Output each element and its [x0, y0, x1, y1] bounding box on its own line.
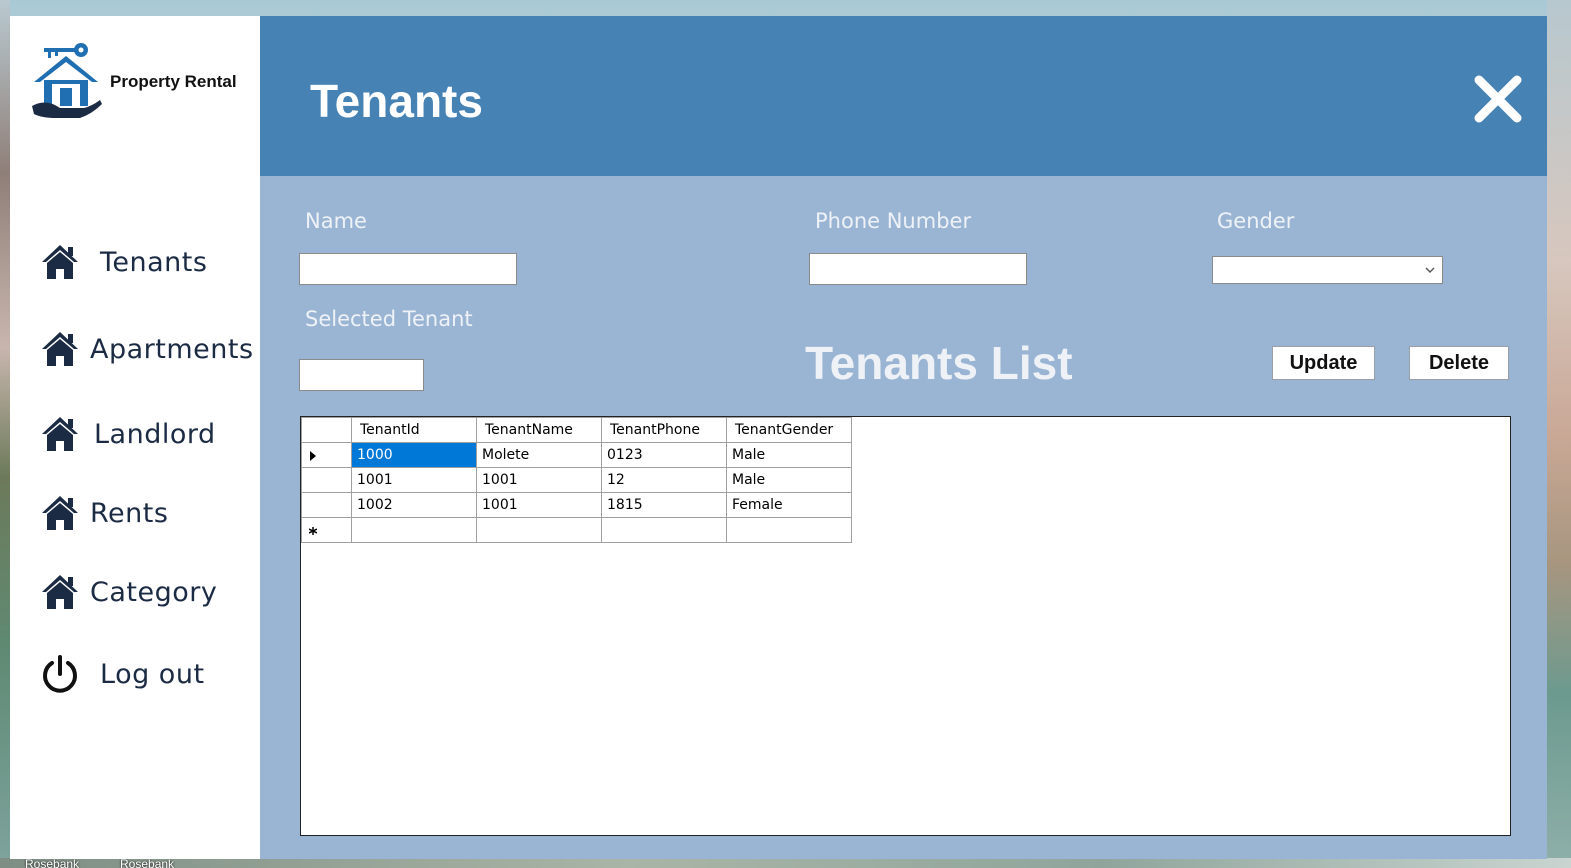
- house-icon: [42, 496, 78, 530]
- close-button[interactable]: [1473, 74, 1523, 124]
- row-header[interactable]: [301, 467, 352, 493]
- table-cell[interactable]: Male: [726, 467, 852, 493]
- logout-button[interactable]: Log out: [40, 652, 205, 696]
- sidebar-item-rents[interactable]: Rents: [40, 491, 168, 535]
- table-cell[interactable]: 0123: [601, 442, 727, 468]
- desktop-background-right: [1547, 0, 1571, 868]
- sidebar-item-landlord[interactable]: Landlord: [40, 412, 216, 456]
- tenant-form-panel: Name Phone Number Gender Selected Tenant…: [260, 176, 1547, 859]
- delete-button[interactable]: Delete: [1409, 346, 1509, 380]
- row-header[interactable]: [301, 442, 352, 468]
- house-icon: [42, 417, 78, 451]
- tenants-table: TenantId TenantName TenantPhone TenantGe…: [301, 417, 852, 543]
- table-cell[interactable]: 1001: [476, 492, 602, 518]
- house-icon: [42, 575, 78, 609]
- table-cell[interactable]: [476, 517, 602, 543]
- column-header[interactable]: TenantId: [351, 417, 477, 443]
- tenants-grid[interactable]: TenantId TenantName TenantPhone TenantGe…: [300, 416, 1511, 836]
- phone-input[interactable]: [809, 253, 1027, 285]
- column-header[interactable]: TenantName: [476, 417, 602, 443]
- close-icon: [1474, 75, 1522, 123]
- sidebar: Property Rental Tenants Apartments Landl…: [10, 16, 260, 859]
- house-icon: [42, 245, 78, 279]
- property-rental-logo: [26, 38, 106, 120]
- table-cell[interactable]: Female: [726, 492, 852, 518]
- selected-tenant-input[interactable]: [299, 359, 424, 391]
- column-header[interactable]: TenantGender: [726, 417, 852, 443]
- desktop-background-left: [0, 0, 10, 868]
- table-cell[interactable]: 1001: [476, 467, 602, 493]
- power-icon: [43, 655, 77, 693]
- table-cell[interactable]: [726, 517, 852, 543]
- row-header-corner: [301, 417, 352, 443]
- selected-tenant-label: Selected Tenant: [305, 307, 473, 331]
- chevron-down-icon: [1425, 267, 1435, 273]
- name-label: Name: [305, 209, 367, 233]
- sidebar-item-apartments[interactable]: Apartments: [40, 327, 254, 371]
- brand-name: Property Rental: [110, 72, 237, 91]
- row-header[interactable]: [301, 517, 352, 543]
- table-cell[interactable]: 1815: [601, 492, 727, 518]
- gender-select[interactable]: [1212, 256, 1443, 284]
- house-icon: [42, 332, 78, 366]
- sidebar-item-label: Rents: [90, 497, 169, 529]
- sidebar-item-label: Category: [90, 576, 218, 608]
- table-row[interactable]: 1002 1001 1815 Female: [301, 492, 852, 518]
- current-row-arrow-icon: [310, 451, 316, 461]
- sidebar-item-label: Tenants: [100, 246, 208, 278]
- table-cell[interactable]: 1001: [351, 467, 477, 493]
- sidebar-item-tenants[interactable]: Tenants: [40, 240, 207, 284]
- name-input[interactable]: [299, 253, 517, 285]
- table-row[interactable]: 1000 Molete 0123 Male: [301, 442, 852, 468]
- phone-label: Phone Number: [815, 209, 972, 233]
- sidebar-item-category[interactable]: Category: [40, 570, 217, 614]
- update-button[interactable]: Update: [1272, 346, 1375, 380]
- sidebar-item-label: Log out: [100, 658, 205, 690]
- page-title: Tenants: [310, 75, 483, 127]
- tenants-list-title: Tenants List: [805, 337, 1073, 389]
- row-header[interactable]: [301, 492, 352, 518]
- new-row-asterisk-icon: [309, 527, 317, 535]
- sidebar-item-label: Landlord: [94, 418, 216, 450]
- new-row[interactable]: [301, 517, 852, 543]
- desktop-background-bottom: Rosebank Rosebank: [0, 857, 1571, 868]
- sidebar-item-label: Apartments: [90, 333, 254, 365]
- app-window: Property Rental Tenants Apartments Landl…: [10, 16, 1547, 859]
- table-cell[interactable]: 1002: [351, 492, 477, 518]
- column-header[interactable]: TenantPhone: [601, 417, 727, 443]
- page-header: Tenants: [260, 16, 1547, 176]
- table-cell[interactable]: Molete: [476, 442, 602, 468]
- table-cell[interactable]: 1000: [351, 442, 477, 468]
- table-header-row: TenantId TenantName TenantPhone TenantGe…: [301, 417, 852, 443]
- table-row[interactable]: 1001 1001 12 Male: [301, 467, 852, 493]
- table-cell[interactable]: [351, 517, 477, 543]
- table-cell[interactable]: Male: [726, 442, 852, 468]
- table-cell[interactable]: [601, 517, 727, 543]
- gender-label: Gender: [1217, 209, 1295, 233]
- table-cell[interactable]: 12: [601, 467, 727, 493]
